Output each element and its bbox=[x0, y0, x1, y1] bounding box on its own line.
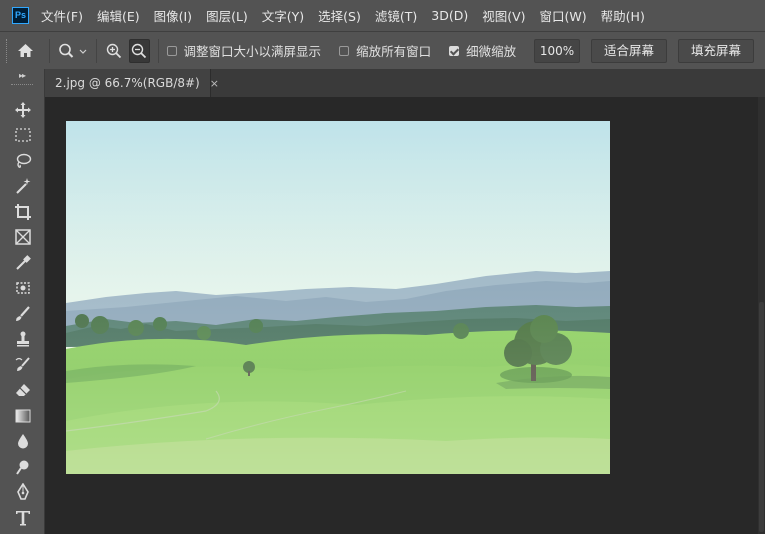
crop-tool-icon[interactable] bbox=[0, 199, 45, 225]
menu-3d[interactable]: 3D(D) bbox=[431, 8, 468, 23]
move-tool-icon[interactable] bbox=[0, 97, 45, 123]
history-brush-tool-icon[interactable] bbox=[0, 352, 45, 378]
scrubby-zoom-label: 细微缩放 bbox=[466, 44, 517, 59]
marquee-tool-icon[interactable] bbox=[0, 123, 45, 149]
zoom-out-icon[interactable] bbox=[129, 38, 150, 63]
fit-screen-button[interactable]: 适合屏幕 bbox=[590, 38, 667, 63]
frame-tool-icon[interactable] bbox=[0, 225, 45, 251]
eraser-tool-icon[interactable] bbox=[0, 378, 45, 404]
menu-image[interactable]: 图像(I) bbox=[154, 6, 192, 25]
photoshop-logo[interactable]: Ps bbox=[12, 7, 29, 24]
menu-help[interactable]: 帮助(H) bbox=[601, 6, 645, 25]
zoom-all-windows-checkbox[interactable]: 缩放所有窗口 bbox=[339, 41, 431, 60]
separator bbox=[95, 38, 97, 63]
clone-stamp-tool-icon[interactable] bbox=[0, 327, 45, 353]
tools-panel-header: ▸▸ bbox=[0, 69, 44, 97]
options-bar: 调整窗口大小以满屏显示 缩放所有窗口 细微缩放 100% 适合屏幕 填充屏幕 bbox=[0, 31, 765, 69]
menu-window[interactable]: 窗口(W) bbox=[540, 6, 587, 25]
blur-tool-icon[interactable] bbox=[0, 429, 45, 455]
document-tab-bar: 2.jpg @ 66.7%(RGB/8#) × bbox=[45, 69, 765, 97]
options-bar-grip[interactable] bbox=[6, 38, 10, 63]
menu-type[interactable]: 文字(Y) bbox=[262, 6, 304, 25]
separator bbox=[48, 38, 50, 63]
menu-edit[interactable]: 编辑(E) bbox=[97, 6, 140, 25]
resize-windows-label: 调整窗口大小以满屏显示 bbox=[183, 44, 322, 59]
tools-panel: ▸▸ bbox=[0, 69, 45, 534]
collapse-chevron-icon[interactable]: ▸▸ bbox=[19, 71, 26, 80]
vertical-scrollbar[interactable] bbox=[758, 97, 765, 534]
type-tool-icon[interactable] bbox=[0, 505, 45, 531]
menu-layer[interactable]: 图层(L) bbox=[206, 6, 248, 25]
menu-bar: Ps 文件(F) 编辑(E) 图像(I) 图层(L) 文字(Y) 选择(S) 滤… bbox=[0, 0, 765, 31]
eyedropper-tool-icon[interactable] bbox=[0, 250, 45, 276]
canvas-workspace[interactable] bbox=[45, 97, 765, 534]
gradient-tool-icon[interactable] bbox=[0, 403, 45, 429]
brush-tool-icon[interactable] bbox=[0, 301, 45, 327]
document-tab-label: 2.jpg @ 66.7%(RGB/8#) bbox=[55, 76, 200, 90]
separator bbox=[157, 38, 159, 63]
document-image[interactable] bbox=[66, 121, 610, 474]
zoom-percent-field[interactable]: 100% bbox=[534, 38, 580, 63]
checkbox-box[interactable] bbox=[339, 45, 350, 56]
dodge-tool-icon[interactable] bbox=[0, 454, 45, 480]
lasso-tool-icon[interactable] bbox=[0, 148, 45, 174]
menu-view[interactable]: 视图(V) bbox=[482, 6, 525, 25]
healing-brush-tool-icon[interactable] bbox=[0, 276, 45, 302]
panel-grip[interactable] bbox=[11, 84, 33, 85]
magic-wand-tool-icon[interactable] bbox=[0, 174, 45, 200]
menu-select[interactable]: 选择(S) bbox=[318, 6, 361, 25]
pen-tool-icon[interactable] bbox=[0, 480, 45, 506]
close-icon[interactable]: × bbox=[210, 77, 219, 90]
fill-screen-button[interactable]: 填充屏幕 bbox=[677, 38, 754, 63]
scrollbar-thumb[interactable] bbox=[759, 302, 764, 532]
scrubby-zoom-checkbox[interactable]: 细微缩放 bbox=[449, 41, 516, 60]
menu-file[interactable]: 文件(F) bbox=[41, 6, 83, 25]
zoom-tool-preset-icon[interactable] bbox=[58, 40, 88, 62]
checkbox-box[interactable] bbox=[166, 45, 177, 56]
zoom-in-icon[interactable] bbox=[105, 40, 124, 62]
zoom-all-windows-label: 缩放所有窗口 bbox=[356, 44, 432, 59]
home-icon[interactable] bbox=[16, 40, 35, 62]
menu-filter[interactable]: 滤镜(T) bbox=[375, 6, 417, 25]
resize-windows-checkbox[interactable]: 调整窗口大小以满屏显示 bbox=[166, 41, 322, 60]
checkbox-box-checked[interactable] bbox=[449, 45, 460, 56]
document-tab[interactable]: 2.jpg @ 66.7%(RGB/8#) × bbox=[45, 69, 219, 97]
